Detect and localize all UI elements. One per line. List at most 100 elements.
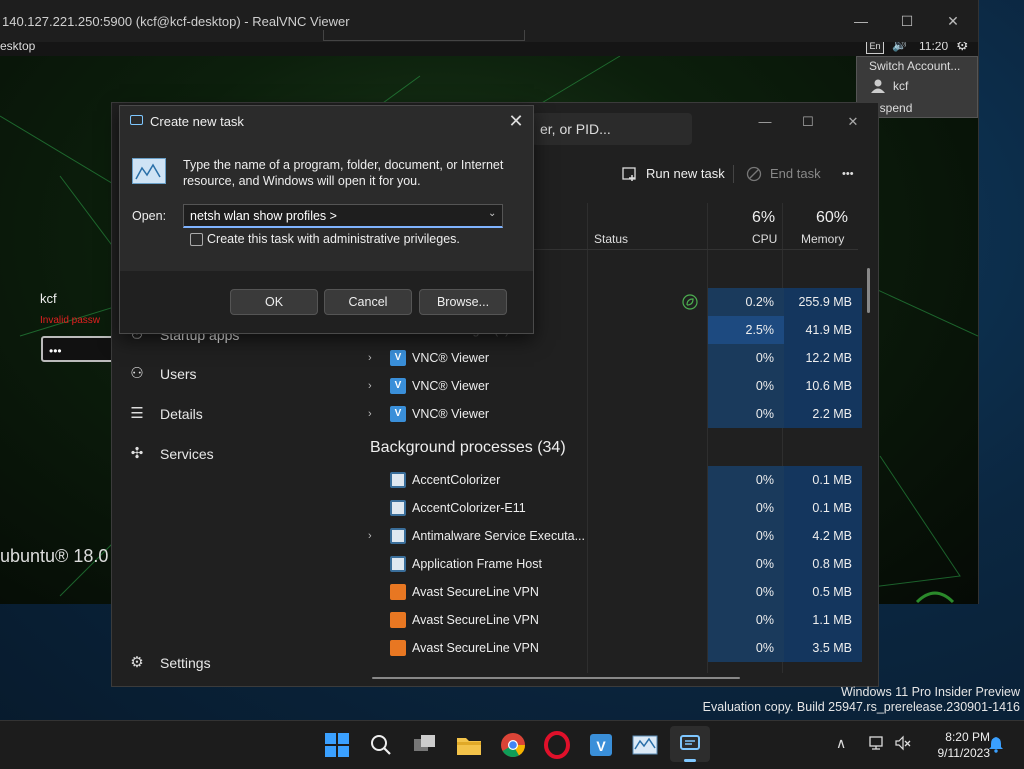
horizontal-scrollbar[interactable] (372, 677, 740, 679)
windows-taskbar: V ∧ 8:20 PM 9/11/2023 (0, 720, 1024, 769)
expand-chevron-icon[interactable]: › (368, 522, 380, 550)
network-icon[interactable] (868, 734, 886, 752)
nav-users[interactable]: ⚇ Users (128, 357, 348, 391)
vnc-titlebar: 140.127.221.250:5900 (kcf@kcf-desktop) -… (0, 0, 978, 42)
nvidia-logo-icon (915, 591, 955, 604)
services-puzzle-icon: ✣ (130, 445, 144, 462)
cancel-button[interactable]: Cancel (324, 289, 412, 315)
run-program-icon (132, 158, 166, 184)
file-explorer-icon[interactable] (453, 729, 485, 761)
login-password-field[interactable]: ••• (41, 336, 121, 362)
ubuntu-login-panel: kcf Invalid passw ••• (33, 283, 123, 373)
watermark-build: Evaluation copy. Build 25947.rs_prerelea… (702, 700, 1020, 714)
process-window-icon (390, 556, 406, 572)
dialog-footer: OK Cancel Browse... (120, 271, 533, 333)
dialog-close-button[interactable]: ✕ (503, 108, 529, 134)
notification-bell-icon[interactable] (987, 735, 1005, 753)
tm-minimize-button[interactable]: — (750, 111, 780, 133)
efficiency-leaf-icon (682, 294, 698, 310)
create-new-task-dialog: Create new task ✕ Type the name of a pro… (119, 105, 534, 334)
status-column-header[interactable]: Status (594, 232, 628, 246)
table-row[interactable]: AccentColorizer-E11 0% 0.1 MB (358, 494, 862, 522)
task-manager-search[interactable]: er, or PID... (532, 113, 692, 145)
login-error-message: Invalid passw (40, 315, 101, 326)
clock-time: 8:20 PM (945, 730, 990, 744)
table-row[interactable]: Avast SecureLine VPN 0% 3.5 MB (358, 634, 862, 662)
toolbar-divider (733, 165, 734, 183)
vnc-close-button[interactable]: ✕ (940, 10, 966, 32)
avast-icon (390, 584, 406, 600)
show-hidden-icons-chevron-icon[interactable]: ∧ (836, 735, 846, 752)
nav-settings[interactable]: ⚙ Settings (128, 646, 348, 680)
memory-total-percent: 60% (816, 209, 849, 226)
expand-chevron-icon[interactable]: › (368, 372, 380, 400)
vnc-maximize-button[interactable]: ☐ (894, 10, 920, 32)
volume-muted-icon[interactable] (894, 734, 912, 752)
task-manager-taskbar-icon[interactable] (629, 729, 661, 761)
admin-privileges-checkbox[interactable] (190, 233, 203, 246)
user-icon (871, 79, 885, 93)
vnc-viewer-icon: V (390, 350, 406, 366)
settings-gear-icon: ⚙ (130, 654, 144, 671)
expand-chevron-icon[interactable]: › (368, 400, 380, 428)
table-row[interactable]: › V VNC® Viewer 0% 12.2 MB (358, 344, 862, 372)
expand-chevron-icon[interactable]: › (368, 344, 380, 372)
nav-details[interactable]: ☰ Details (128, 397, 348, 431)
opera-icon[interactable] (541, 729, 573, 761)
end-task-button[interactable]: End task (770, 159, 821, 189)
process-window-icon (390, 472, 406, 488)
table-row[interactable]: Avast SecureLine VPN 0% 0.5 MB (358, 578, 862, 606)
details-list-icon: ☰ (130, 405, 144, 422)
chevron-down-icon[interactable]: ⌄ (488, 208, 502, 222)
open-command-input[interactable]: netsh wlan show profiles > (183, 204, 503, 228)
windows-watermark: Windows 11 Pro Insider Preview Evaluatio… (600, 685, 1020, 715)
switch-account-item[interactable]: Switch Account... (869, 59, 960, 73)
vnc-viewer-taskbar-icon[interactable]: V (585, 729, 617, 761)
cpu-total-percent: 6% (752, 209, 776, 226)
vertical-scrollbar[interactable] (867, 268, 870, 313)
start-windows-icon[interactable] (321, 729, 353, 761)
vnc-toolbar-handle[interactable] (323, 30, 525, 41)
task-view-icon[interactable] (409, 729, 441, 761)
table-row[interactable]: Application Frame Host 0% 0.8 MB (358, 550, 862, 578)
clock-date: 9/11/2023 (937, 746, 991, 760)
end-task-icon (746, 166, 762, 182)
watermark-edition: Windows 11 Pro Insider Preview (840, 685, 1020, 699)
admin-privileges-label: Create this task with administrative pri… (207, 232, 460, 246)
table-row[interactable]: AccentColorizer 0% 0.1 MB (358, 466, 862, 494)
run-dialog-title-icon (130, 115, 143, 125)
user-item-kcf[interactable]: kcf (893, 79, 908, 93)
tm-maximize-button[interactable]: ☐ (793, 111, 823, 133)
table-row[interactable]: › V VNC® Viewer 0% 2.2 MB (358, 400, 862, 428)
dialog-description: Type the name of a program, folder, docu… (183, 158, 504, 188)
run-new-task-button[interactable]: Run new task (646, 159, 725, 189)
vnc-window-title: 140.127.221.250:5900 (kcf@kcf-desktop) -… (2, 14, 350, 29)
browse-button[interactable]: Browse... (419, 289, 507, 315)
more-options-button[interactable]: ••• (842, 159, 854, 189)
avast-icon (390, 640, 406, 656)
run-dialog-taskbar-button[interactable] (670, 726, 710, 762)
search-icon[interactable] (365, 729, 397, 761)
cpu-column-header[interactable]: CPU (752, 232, 777, 246)
login-username: kcf (40, 291, 57, 306)
vnc-viewer-icon: V (390, 406, 406, 422)
dialog-title: Create new task (150, 114, 244, 129)
run-task-icon (622, 167, 636, 181)
process-window-icon (390, 500, 406, 516)
vnc-viewer-icon: V (390, 378, 406, 394)
nav-services[interactable]: ✣ Services (128, 437, 348, 471)
ok-button[interactable]: OK (230, 289, 318, 315)
ubuntu-logo: ubuntu® 18.0 (0, 546, 109, 566)
chrome-icon[interactable] (497, 729, 529, 761)
vnc-minimize-button[interactable]: — (848, 10, 874, 32)
avast-icon (390, 612, 406, 628)
svg-text:V: V (596, 738, 606, 754)
background-processes-header: Background processes (34) (370, 439, 566, 456)
users-icon: ⚇ (130, 365, 144, 382)
table-row[interactable]: › V VNC® Viewer 0% 10.6 MB (358, 372, 862, 400)
taskbar-clock[interactable]: 8:20 PM 9/11/2023 (920, 729, 991, 761)
memory-column-header[interactable]: Memory (801, 232, 844, 246)
tm-close-button[interactable]: ✕ (838, 111, 868, 133)
table-row[interactable]: Avast SecureLine VPN 0% 1.1 MB (358, 606, 862, 634)
table-row[interactable]: › Antimalware Service Executa... 0% 4.2 … (358, 522, 862, 550)
